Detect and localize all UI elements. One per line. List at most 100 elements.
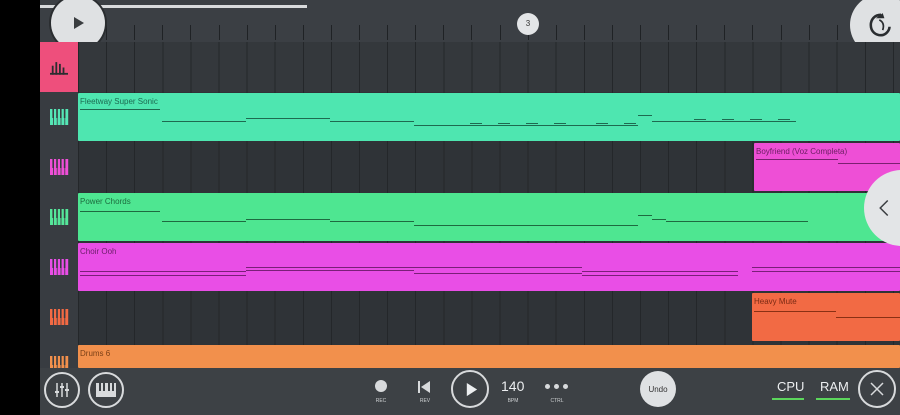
clip-name: Choir Ooh (80, 247, 117, 256)
ruler-tick (162, 25, 164, 40)
note (80, 271, 246, 272)
note (470, 123, 482, 124)
song-position-marker[interactable]: 3 (517, 13, 539, 35)
ruler-tick (696, 25, 698, 40)
piano-keys-icon (50, 309, 69, 325)
mixer-bars-icon (50, 61, 68, 75)
ruler-tick (668, 25, 670, 40)
playlist-tracks: Fleetway Super Sonic Boyfriend (Voz Comp… (78, 42, 900, 368)
note (624, 123, 636, 124)
note (526, 123, 538, 124)
note (582, 275, 738, 276)
track-lane-3[interactable]: Power Chords (78, 192, 900, 242)
note (838, 163, 900, 164)
ruler-tick (471, 25, 473, 40)
mixer-button[interactable] (44, 372, 80, 408)
clip-choir-ooh[interactable]: Choir Ooh (78, 243, 900, 291)
more-dots-icon[interactable] (545, 384, 569, 390)
clip-name: Power Chords (80, 197, 131, 206)
close-button[interactable] (858, 370, 896, 408)
ruler-tick (274, 25, 276, 40)
note (80, 109, 160, 110)
timeline-bar[interactable]: 3 (40, 0, 900, 42)
cpu-label[interactable]: CPU (777, 379, 804, 394)
undo-button[interactable]: Undo (640, 371, 676, 407)
bpm-value[interactable]: 140 (501, 378, 524, 394)
ruler-tick (555, 25, 557, 40)
play-button[interactable] (451, 370, 489, 408)
note (246, 270, 414, 271)
mixer-sliders-icon (55, 383, 69, 397)
record-icon[interactable] (375, 380, 387, 392)
track-lane-4[interactable]: Choir Ooh (78, 242, 900, 292)
track-icon-rail (40, 42, 78, 372)
ruler-tick (583, 25, 585, 40)
ruler-tick (780, 25, 782, 40)
ruler-tick (134, 25, 136, 40)
track-5-keys-button[interactable] (40, 292, 78, 342)
play-icon (74, 17, 84, 29)
note (652, 121, 796, 122)
piano-keys-icon (50, 109, 69, 125)
close-icon (870, 382, 884, 396)
clip-drums-6[interactable]: Drums 6 (78, 345, 900, 368)
timeline-ruler[interactable] (78, 25, 900, 40)
note (836, 317, 900, 318)
play-icon (466, 382, 478, 396)
ruler-tick (808, 25, 810, 40)
track-1-keys-button[interactable] (40, 92, 78, 142)
ruler-tick (302, 25, 304, 40)
note (246, 118, 330, 119)
note (752, 267, 900, 268)
track-4-keys-button[interactable] (40, 242, 78, 292)
track-lane-6[interactable]: Drums 6 (78, 342, 900, 368)
clip-name: Fleetway Super Sonic (80, 97, 158, 106)
fruit-logo-icon (869, 13, 891, 37)
ruler-tick (640, 25, 641, 40)
note (414, 225, 638, 226)
ctrl-label: CTRL (550, 398, 564, 404)
cpu-meter (772, 398, 804, 400)
ruler-tick (499, 25, 501, 40)
track-2-keys-button[interactable] (40, 142, 78, 192)
note (750, 119, 762, 120)
note (554, 123, 566, 124)
note (582, 271, 738, 272)
note (752, 271, 900, 272)
ruler-tick (359, 25, 360, 40)
clip-name: Boyfriend (Voz Completa) (756, 147, 848, 156)
note (498, 123, 510, 124)
track-lane-5[interactable]: Heavy Mute (78, 292, 900, 342)
ruler-tick (415, 25, 417, 40)
note (330, 221, 414, 222)
ruler-tick (724, 25, 726, 40)
note (414, 267, 582, 268)
track-lane-mixer[interactable] (78, 42, 900, 92)
note (666, 221, 808, 222)
note (80, 275, 246, 276)
track-3-keys-button[interactable] (40, 192, 78, 242)
note (246, 267, 414, 268)
ruler-tick (106, 25, 108, 40)
ram-meter (816, 398, 850, 400)
note (246, 219, 330, 220)
fl-studio-playlist: 3 Fleetway Super Sonic Boyfriend (Voz Co… (40, 0, 900, 415)
note (596, 123, 608, 124)
note (330, 121, 414, 122)
clip-heavy-mute[interactable]: Heavy Mute (752, 293, 900, 341)
track-lane-1[interactable]: Fleetway Super Sonic (78, 92, 900, 142)
note (778, 119, 790, 120)
rewind-icon[interactable] (417, 380, 431, 394)
track-6-keys-button[interactable] (40, 342, 78, 372)
note (652, 219, 666, 220)
note (694, 119, 706, 120)
note (756, 159, 838, 160)
ram-label[interactable]: RAM (820, 379, 849, 394)
mixer-track-button[interactable] (40, 42, 78, 92)
clip-power-chords[interactable]: Power Chords (78, 193, 900, 241)
note (754, 311, 836, 312)
piano-keys-icon (50, 209, 69, 225)
track-lane-2[interactable]: Boyfriend (Voz Completa) (78, 142, 900, 192)
clip-fleetway-super-sonic[interactable]: Fleetway Super Sonic (78, 93, 900, 141)
piano-roll-button[interactable] (88, 372, 124, 408)
